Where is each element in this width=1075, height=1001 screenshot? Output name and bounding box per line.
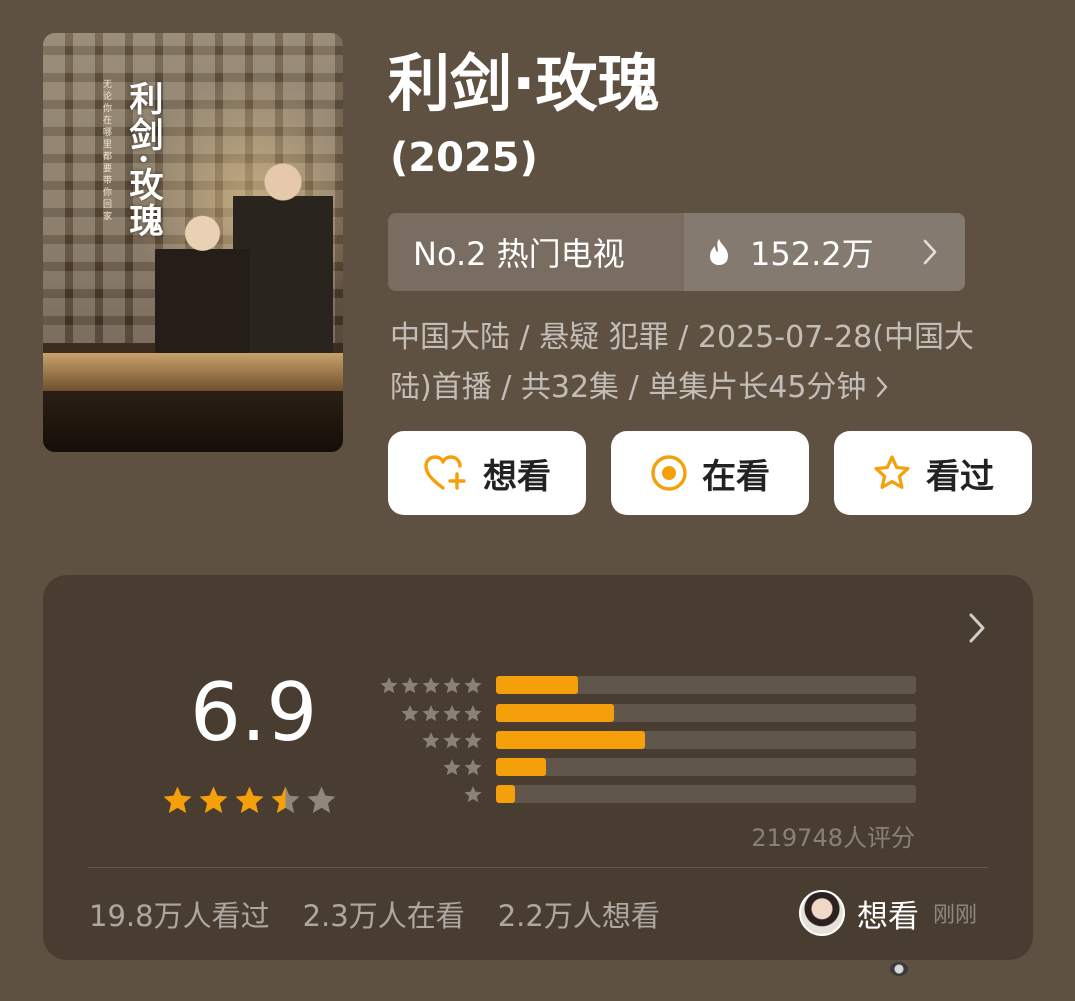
distribution-stars-1 [373,784,483,804]
star-empty-icon [307,786,336,813]
distribution-fill-1 [496,785,515,803]
heat-button[interactable]: 152.2万 [684,213,965,291]
star-half-icon [271,786,300,813]
poster-figure-woman [155,213,250,358]
rating-score: 6.9 [190,666,318,759]
star-small-icon [422,705,440,722]
star-small-icon [443,759,461,776]
star-filled-icon [199,786,228,813]
chevron-right-icon [923,239,937,265]
friend-activity[interactable]: 想看 刚刚 [799,890,977,936]
star-small-icon [401,705,419,722]
want-to-watch-label: 想看 [483,456,551,497]
heart-plus-icon [424,455,466,490]
distribution-stars-3 [373,730,483,750]
avatar[interactable] [799,890,845,936]
star-small-icon [401,677,419,694]
want-count: 2.2万人想看 [497,899,660,933]
distribution-stars-4 [373,703,483,723]
distribution-bar-4 [496,704,916,722]
distribution-bar-5 [496,676,916,694]
distribution-fill-4 [496,704,614,722]
star-small-icon [422,732,440,749]
show-year: (2025) [390,135,538,181]
watched-label: 看过 [926,456,994,497]
heat-value: 152.2万 [750,235,874,273]
meta-line-1: 中国大陆 / 悬疑 犯罪 / 2025-07-28(中国大 [390,320,974,355]
star-small-icon [464,759,482,776]
target-icon [651,455,687,491]
distribution-fill-3 [496,731,646,749]
friend-status: 想看 [857,898,919,935]
rank-label[interactable]: No.2 热门电视 [388,213,684,291]
rating-count: 219748人评分 [751,824,915,852]
rank-bar[interactable]: No.2 热门电视 152.2万 [388,213,965,291]
star-filled-icon [163,786,192,813]
watched-count: 19.8万人看过 [89,899,270,933]
show-meta[interactable]: 中国大陆 / 悬疑 犯罪 / 2025-07-28(中国大 陆)首播 / 共32… [390,313,1020,414]
watch-stats: 19.8万人看过 2.3万人在看 2.2万人想看 [89,893,693,935]
star-small-icon [443,732,461,749]
star-small-icon [464,677,482,694]
star-small-icon [464,705,482,722]
chevron-right-icon [876,364,888,414]
rating-card[interactable]: 6.9 219748人评分 19.8万人看过 2.3万人在看 2.2万人想看 想… [43,575,1033,960]
distribution-bar-2 [496,758,916,776]
watching-button[interactable]: 在看 [611,431,809,515]
chevron-right-icon[interactable] [969,613,985,643]
star-small-icon [443,677,461,694]
poster-title: 利剑·玫瑰 [123,81,163,239]
distribution-fill-5 [496,676,578,694]
star-small-icon [443,705,461,722]
friend-time: 刚刚 [933,903,978,928]
star-outline-icon [874,455,910,489]
poster-desk [43,353,343,393]
divider [88,867,988,868]
distribution-fill-2 [496,758,547,776]
poster-image[interactable]: 无论你在哪里都要带你回家 利剑·玫瑰 [43,33,343,452]
meta-line-2: 陆)首播 / 共32集 / 单集片长45分钟 [390,370,867,405]
action-buttons: 想看 在看 看过 [388,431,1033,515]
distribution-bar-3 [496,731,916,749]
want-to-watch-button[interactable]: 想看 [388,431,586,515]
distribution-stars-5 [373,675,483,695]
poster-desk-front [43,391,343,452]
score-stars [161,783,341,816]
fire-icon [708,238,730,266]
star-small-icon [464,786,482,803]
star-small-icon [422,677,440,694]
distribution-bar-1 [496,785,916,803]
watching-label: 在看 [702,456,770,497]
star-small-icon [380,677,398,694]
star-small-icon [464,732,482,749]
watched-button[interactable]: 看过 [834,431,1032,515]
distribution-stars-2 [373,757,483,777]
floating-avatar-dot[interactable] [890,962,908,976]
poster-tagline: 无论你在哪里都要带你回家 [101,79,111,223]
star-filled-icon [235,786,264,813]
show-title: 利剑·玫瑰 [388,47,660,120]
meta-line-2-wrap: 陆)首播 / 共32集 / 单集片长45分钟 [390,363,1020,414]
watching-count: 2.3万人在看 [302,899,465,933]
